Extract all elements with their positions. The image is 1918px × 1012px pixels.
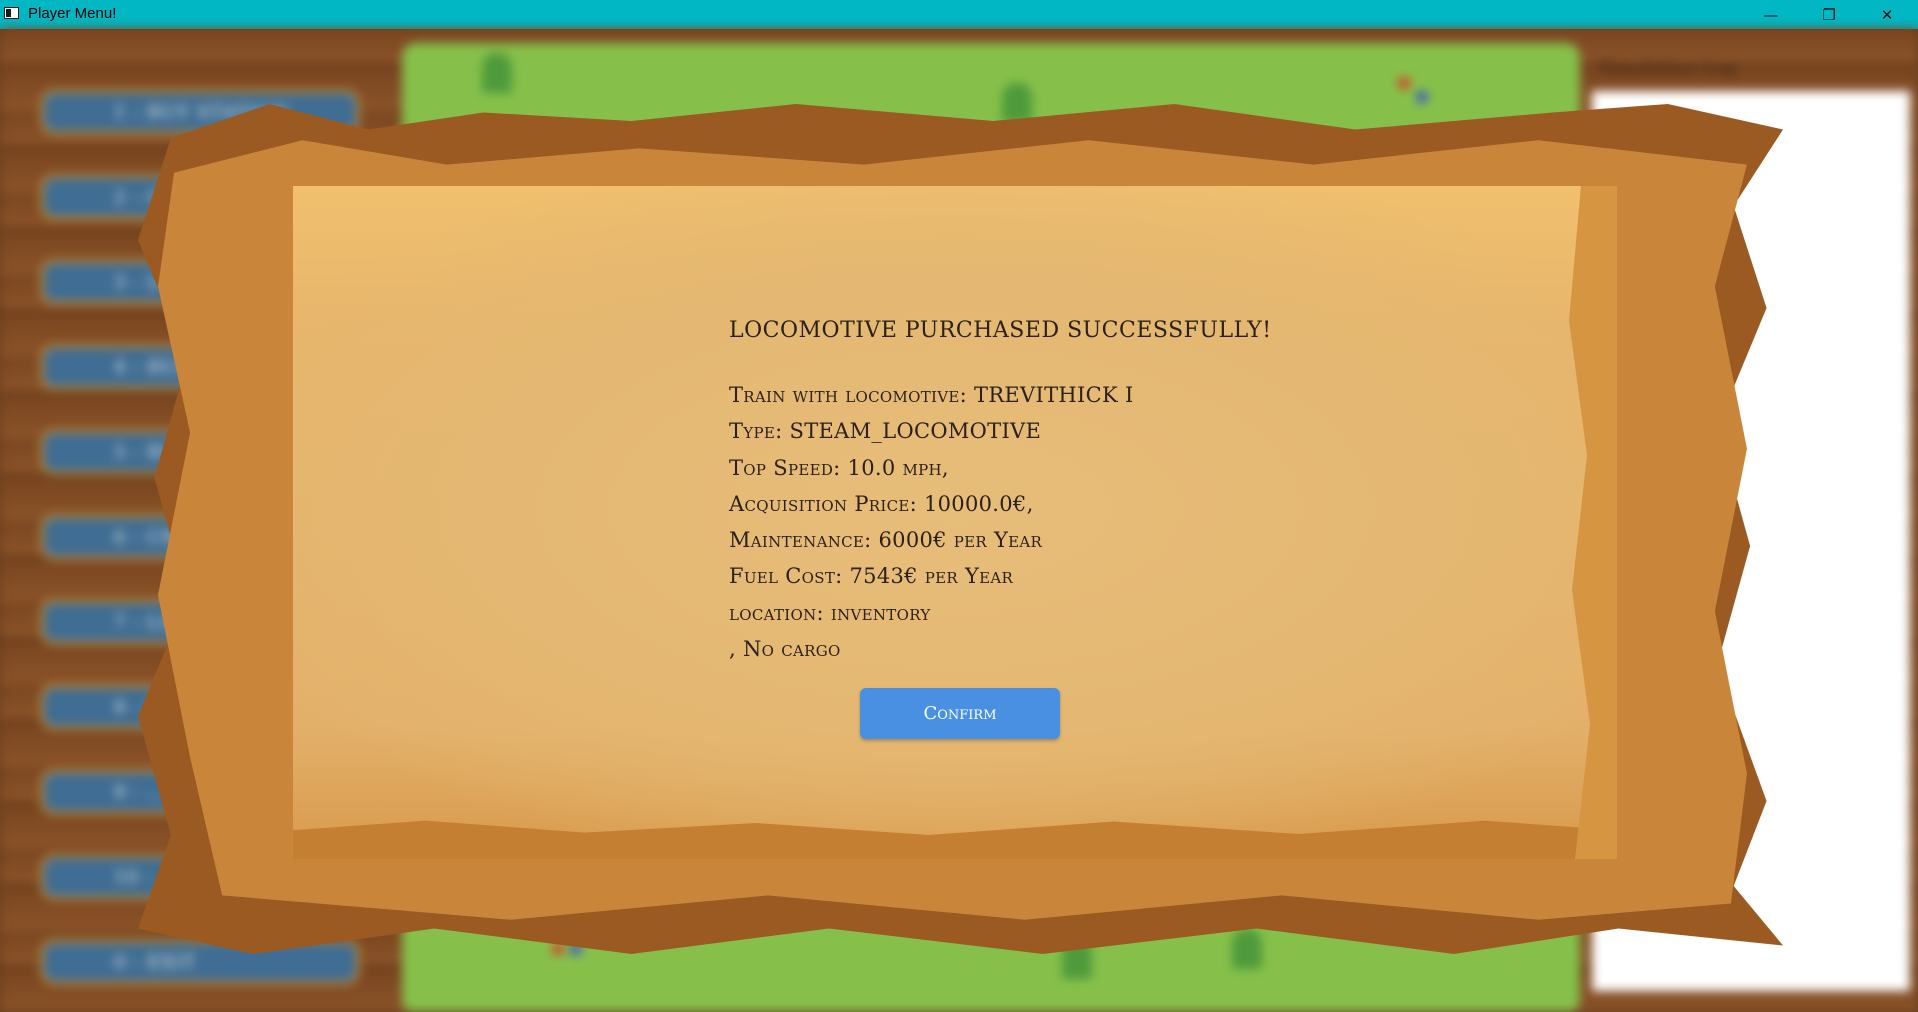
grass-tile	[1002, 83, 1032, 123]
parchment-edge	[1569, 186, 1617, 859]
log-title: Simulation Log	[1598, 57, 1737, 78]
grass-tile	[482, 53, 512, 93]
parchment-edge	[293, 820, 1617, 859]
close-button[interactable]: ✕	[1858, 0, 1916, 29]
app-icon	[4, 7, 19, 19]
train-name-line: Train with locomotive: TREVITHICK I	[729, 383, 1134, 407]
window-title: Player Menu!	[28, 5, 117, 22]
maintenance-line: Maintenance: 6000€ per Year	[729, 528, 1043, 553]
cargo-line: , No cargo	[729, 637, 841, 662]
title-bar: Player Menu! — ❐ ✕	[0, 0, 1918, 29]
purchase-dialog: LOCOMOTIVE PURCHASED SUCCESSFULLY! Train…	[729, 318, 1429, 667]
station-marker-icon	[1398, 77, 1410, 89]
train-marker-icon	[1416, 91, 1428, 103]
minimize-button[interactable]: —	[1742, 0, 1800, 29]
fuel-cost-line: Fuel Cost: 7543€ per Year	[729, 564, 1014, 589]
price-line: Acquisition Price: 10000.0€,	[729, 491, 1034, 516]
maximize-button[interactable]: ❐	[1800, 0, 1858, 29]
type-line: Type: STEAM_LOCOMOTIVE	[729, 419, 1042, 444]
top-speed-line: Top Speed: 10.0 mph,	[729, 455, 949, 480]
dialog-headline: LOCOMOTIVE PURCHASED SUCCESSFULLY!	[729, 318, 1272, 343]
confirm-button[interactable]: Confirm	[860, 688, 1060, 739]
location-line: location: inventory	[729, 600, 931, 625]
menu-button-exit[interactable]: 0 - EXIT	[40, 939, 360, 985]
grass-tile	[1232, 929, 1262, 969]
